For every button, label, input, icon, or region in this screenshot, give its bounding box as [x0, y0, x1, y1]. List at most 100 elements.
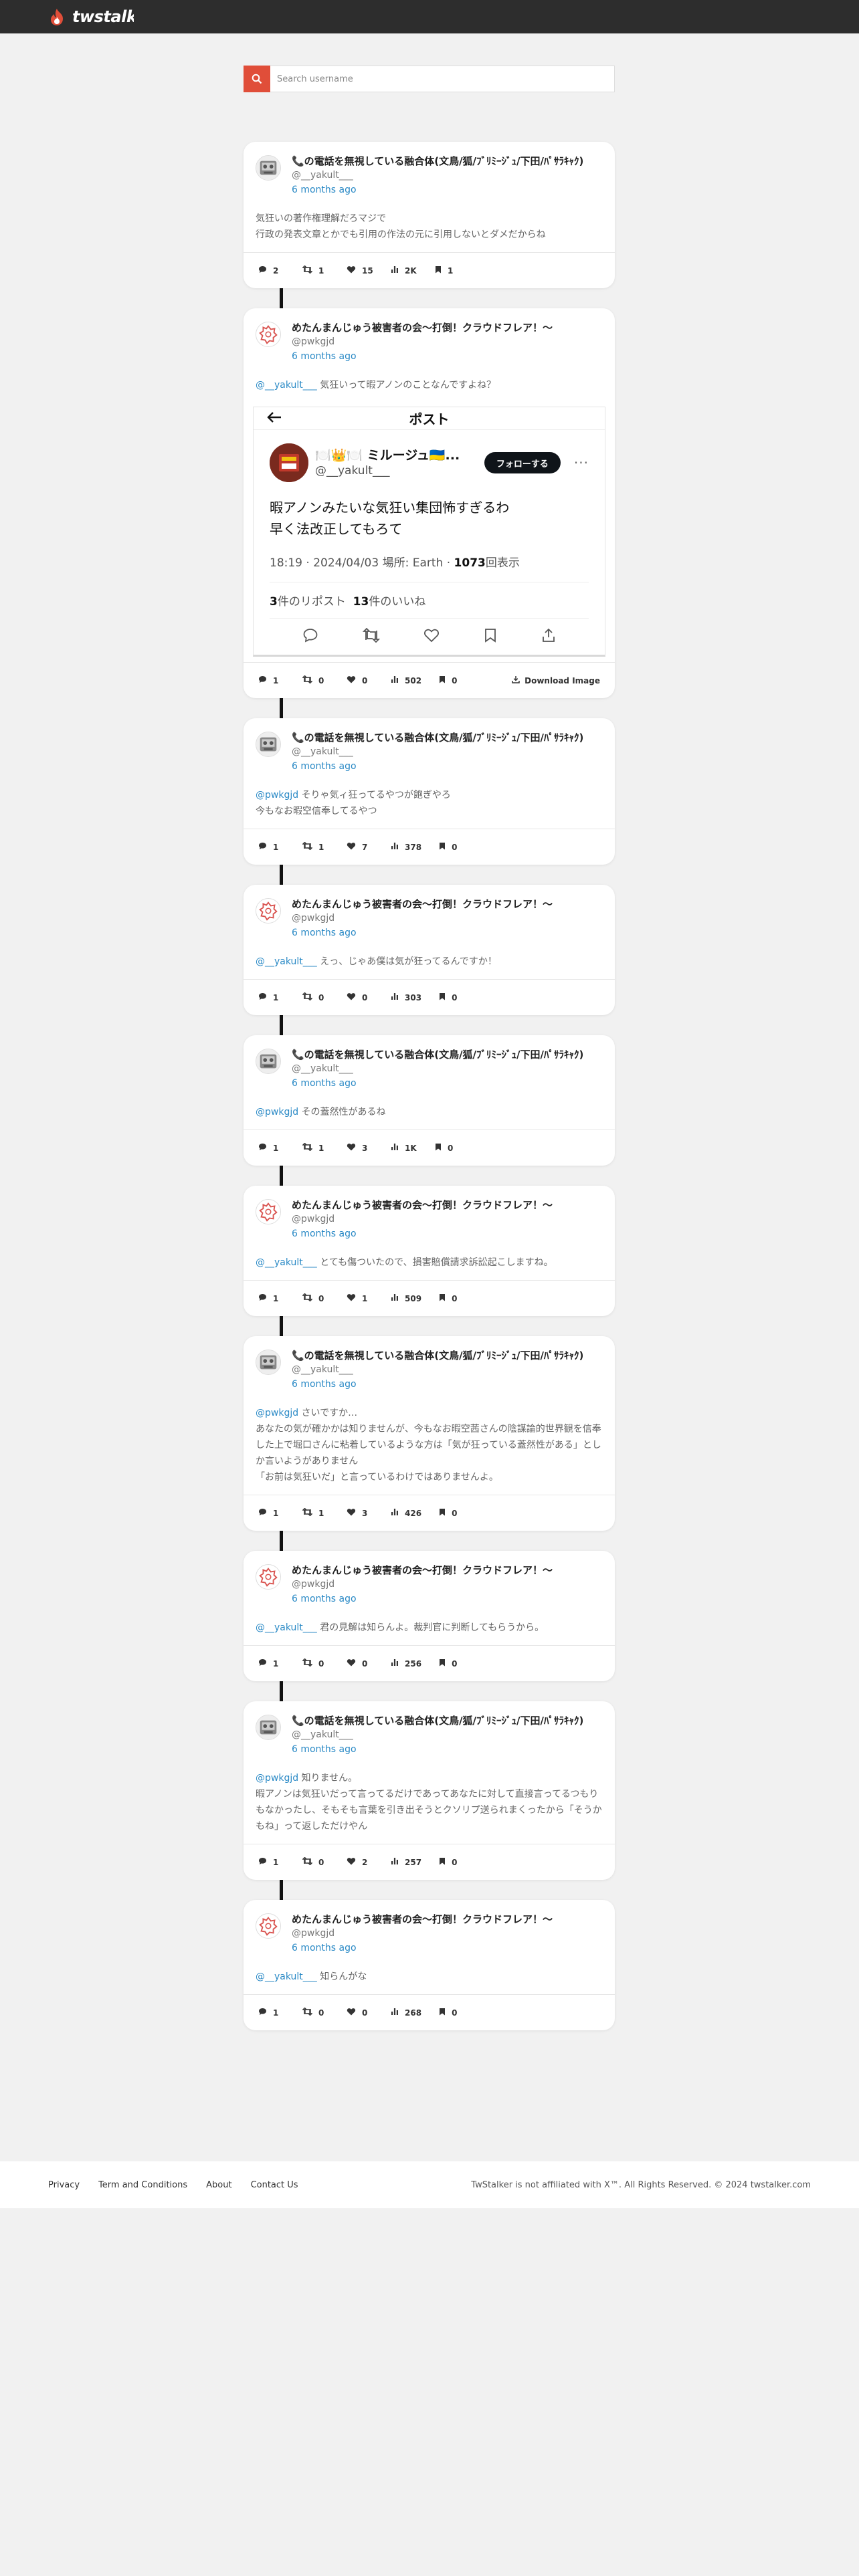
search-button[interactable] [244, 66, 270, 92]
user-handle[interactable]: @pwkgjd [292, 334, 553, 349]
user-name[interactable]: めたんまんじゅう被害者の会〜打倒！クラウドフレア！〜 [292, 322, 553, 334]
retweet-count[interactable]: 0 [302, 1658, 329, 1669]
reply-count[interactable]: 1 [258, 1857, 285, 1867]
view-count[interactable]: 426 [391, 1508, 421, 1518]
reply-count[interactable]: 1 [258, 675, 285, 685]
view-count[interactable]: 502 [391, 675, 421, 685]
view-count[interactable]: 378 [391, 842, 421, 852]
tweet-time[interactable]: 6 months ago [292, 1941, 553, 1955]
user-handle[interactable]: @pwkgjd [292, 1212, 553, 1226]
user-name[interactable]: めたんまんじゅう被害者の会〜打倒！クラウドフレア！〜 [292, 898, 553, 911]
user-handle[interactable]: @__yakult___ [292, 1727, 583, 1742]
retweet-count[interactable]: 1 [302, 265, 329, 276]
retweet-count[interactable]: 0 [302, 1293, 329, 1303]
like-count[interactable]: 0 [347, 992, 373, 1002]
mention-link[interactable]: @pwkgjd [256, 1408, 298, 1418]
avatar[interactable] [256, 1564, 281, 1590]
retweet-count[interactable]: 0 [302, 992, 329, 1002]
user-handle[interactable]: @__yakult___ [292, 744, 583, 759]
search-input[interactable] [270, 66, 614, 92]
footer-link-contact[interactable]: Contact Us [251, 2180, 298, 2190]
user-handle[interactable]: @pwkgjd [292, 911, 553, 926]
avatar[interactable] [256, 1049, 281, 1074]
view-count[interactable]: 1K [391, 1143, 417, 1153]
like-count[interactable]: 15 [347, 265, 373, 276]
mention-link[interactable]: @__yakult___ [256, 380, 317, 391]
reply-count[interactable]: 1 [258, 1508, 285, 1518]
tweet-time[interactable]: 6 months ago [292, 1226, 553, 1241]
avatar[interactable] [256, 1913, 281, 1939]
bookmark-count[interactable]: 1 [435, 265, 462, 276]
bookmark-count[interactable]: 0 [439, 992, 466, 1002]
user-handle[interactable]: @__yakult___ [292, 1061, 583, 1076]
download-image-button[interactable]: Download Image [512, 675, 600, 685]
embedded-screenshot[interactable]: ポスト 🍽️👑🍽️ ミルージュ🇺🇦... @__yakult___ フォローする ···… [253, 407, 605, 657]
like-count[interactable]: 7 [347, 842, 373, 852]
like-count[interactable]: 0 [347, 2008, 373, 2018]
like-count[interactable]: 3 [347, 1143, 373, 1153]
bookmark-count[interactable]: 0 [439, 1857, 466, 1867]
user-name[interactable]: めたんまんじゅう被害者の会〜打倒！クラウドフレア！〜 [292, 1199, 553, 1212]
retweet-count[interactable]: 1 [302, 1142, 329, 1153]
tweet-time[interactable]: 6 months ago [292, 1742, 583, 1757]
avatar[interactable] [256, 732, 281, 757]
avatar[interactable] [256, 1350, 281, 1375]
reply-count[interactable]: 2 [258, 265, 285, 276]
reply-count[interactable]: 1 [258, 992, 285, 1002]
user-name[interactable]: 📞の電話を無視している融合体(文鳥/狐/ﾌﾞﾘﾐｰｼﾞｭ/下田/ﾊﾟｻﾗｷｬｸ) [292, 1049, 583, 1061]
like-count[interactable]: 2 [347, 1857, 373, 1867]
mention-link[interactable]: @__yakult___ [256, 1257, 317, 1268]
avatar[interactable] [256, 1199, 281, 1224]
footer-link-privacy[interactable]: Privacy [48, 2180, 80, 2190]
reply-count[interactable]: 1 [258, 1293, 285, 1303]
footer-link-terms[interactable]: Term and Conditions [98, 2180, 187, 2190]
tweet-time[interactable]: 6 months ago [292, 1592, 553, 1606]
like-count[interactable]: 0 [347, 1658, 373, 1669]
avatar[interactable] [256, 898, 281, 924]
retweet-count[interactable]: 0 [302, 1856, 329, 1867]
mention-link[interactable]: @pwkgjd [256, 790, 298, 800]
user-handle[interactable]: @pwkgjd [292, 1926, 553, 1941]
tweet-time[interactable]: 6 months ago [292, 1076, 583, 1091]
view-count[interactable]: 257 [391, 1857, 421, 1867]
user-handle[interactable]: @pwkgjd [292, 1577, 553, 1592]
bookmark-count[interactable]: 0 [435, 1143, 462, 1153]
retweet-count[interactable]: 0 [302, 675, 329, 685]
reply-count[interactable]: 1 [258, 842, 285, 852]
tweet-time[interactable]: 6 months ago [292, 183, 583, 197]
bookmark-count[interactable]: 0 [439, 1658, 466, 1669]
bookmark-count[interactable]: 0 [439, 2008, 466, 2018]
avatar[interactable] [256, 322, 281, 347]
user-name[interactable]: めたんまんじゅう被害者の会〜打倒！クラウドフレア！〜 [292, 1913, 553, 1926]
user-name[interactable]: めたんまんじゅう被害者の会〜打倒！クラウドフレア！〜 [292, 1564, 553, 1577]
retweet-count[interactable]: 1 [302, 1507, 329, 1518]
avatar[interactable] [256, 1715, 281, 1740]
bookmark-count[interactable]: 0 [439, 675, 466, 685]
user-name[interactable]: 📞の電話を無視している融合体(文鳥/狐/ﾌﾞﾘﾐｰｼﾞｭ/下田/ﾊﾟｻﾗｷｬｸ) [292, 732, 583, 744]
mention-link[interactable]: @__yakult___ [256, 1971, 317, 1982]
user-handle[interactable]: @__yakult___ [292, 1362, 583, 1377]
tweet-time[interactable]: 6 months ago [292, 926, 553, 940]
footer-link-about[interactable]: About [206, 2180, 231, 2190]
like-count[interactable]: 3 [347, 1508, 373, 1518]
tweet-time[interactable]: 6 months ago [292, 349, 553, 364]
reply-count[interactable]: 1 [258, 1658, 285, 1669]
view-count[interactable]: 509 [391, 1293, 421, 1303]
brand-logo[interactable]: twstalker [48, 7, 134, 26]
bookmark-count[interactable]: 0 [439, 1293, 466, 1303]
like-count[interactable]: 1 [347, 1293, 373, 1303]
mention-link[interactable]: @__yakult___ [256, 956, 317, 967]
mention-link[interactable]: @pwkgjd [256, 1773, 298, 1784]
reply-count[interactable]: 1 [258, 2008, 285, 2018]
view-count[interactable]: 268 [391, 2008, 421, 2018]
tweet-time[interactable]: 6 months ago [292, 759, 583, 774]
retweet-count[interactable]: 0 [302, 2007, 329, 2018]
view-count[interactable]: 2K [391, 265, 417, 276]
mention-link[interactable]: @pwkgjd [256, 1107, 298, 1117]
like-count[interactable]: 0 [347, 675, 373, 685]
view-count[interactable]: 256 [391, 1658, 421, 1669]
reply-count[interactable]: 1 [258, 1143, 285, 1153]
mention-link[interactable]: @__yakult___ [256, 1622, 317, 1633]
avatar[interactable] [256, 155, 281, 181]
tweet-time[interactable]: 6 months ago [292, 1377, 583, 1392]
